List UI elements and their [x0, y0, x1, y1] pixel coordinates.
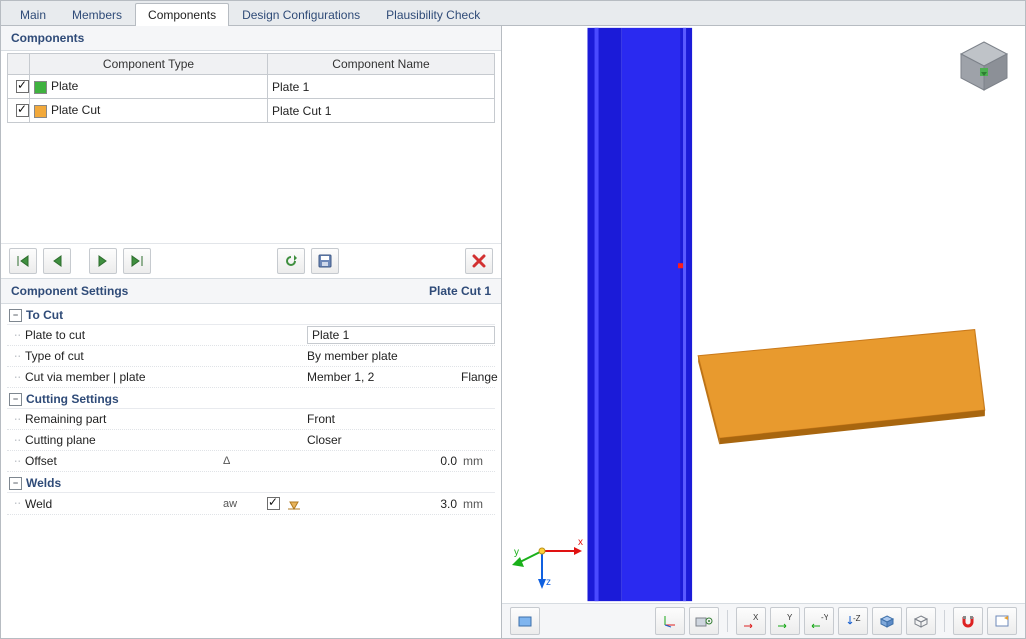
view-neg-z-button[interactable]: -Z — [838, 607, 868, 635]
row-check[interactable] — [16, 80, 29, 93]
svg-text:z: z — [546, 577, 551, 588]
view-neg-y-button[interactable]: -Y — [804, 607, 834, 635]
move-down-button[interactable] — [89, 248, 117, 274]
offset-unit: mm — [461, 454, 495, 468]
tab-components[interactable]: Components — [135, 3, 229, 26]
row-name: Plate 1 — [272, 80, 309, 94]
collapse-icon[interactable]: − — [9, 309, 22, 322]
svg-text:Y: Y — [787, 614, 793, 622]
svg-text:y: y — [514, 547, 519, 558]
weld-type-icon[interactable] — [287, 498, 307, 510]
weld-symbol: aw — [223, 498, 263, 510]
col-type: Component Type — [30, 54, 268, 75]
view-x-button[interactable]: X — [736, 607, 766, 635]
row-label: Plate to cut — [23, 328, 223, 342]
components-toolbar — [1, 243, 501, 278]
col-name: Component Name — [268, 54, 495, 75]
settings-title: Component Settings — [11, 284, 128, 298]
move-last-button[interactable] — [123, 248, 151, 274]
color-swatch — [34, 81, 47, 94]
row-type: Plate Cut — [51, 103, 100, 117]
axis-triad: x y z — [512, 523, 586, 589]
table-row[interactable]: Plate Plate 1 — [8, 75, 495, 99]
move-first-button[interactable] — [9, 248, 37, 274]
iso-view-button[interactable] — [872, 607, 902, 635]
color-swatch — [34, 105, 47, 118]
remaining-part-value[interactable]: Front — [307, 412, 495, 426]
wireframe-button[interactable] — [906, 607, 936, 635]
table-row[interactable]: Plate Cut Plate Cut 1 — [8, 99, 495, 123]
cut-via-value2[interactable]: Flange 2 — [461, 370, 501, 384]
svg-text:-Z: -Z — [853, 614, 861, 623]
weld-check[interactable] — [267, 497, 280, 510]
row-label: Cutting plane — [23, 433, 223, 447]
group-cutting-settings[interactable]: − Cutting Settings — [7, 390, 495, 409]
offset-symbol: Δ — [223, 455, 263, 467]
collapse-icon[interactable]: − — [9, 477, 22, 490]
row-name: Plate Cut 1 — [272, 104, 331, 118]
weld-value[interactable]: 3.0 — [307, 497, 461, 511]
col-check — [8, 54, 30, 75]
settings-target: Plate Cut 1 — [429, 284, 491, 298]
plate-to-cut-value[interactable]: Plate 1 — [307, 326, 495, 344]
row-type: Plate — [51, 79, 78, 93]
tab-plausibility-check[interactable]: Plausibility Check — [373, 3, 493, 26]
row-check[interactable] — [16, 104, 29, 117]
refresh-button[interactable] — [277, 248, 305, 274]
svg-text:x: x — [578, 537, 583, 548]
tab-main[interactable]: Main — [7, 3, 59, 26]
viewport-3d[interactable]: x y z — [502, 26, 1025, 603]
row-label: Weld — [23, 497, 223, 511]
tab-members[interactable]: Members — [59, 3, 135, 26]
weld-unit: mm — [461, 497, 495, 511]
collapse-icon[interactable]: − — [9, 393, 22, 406]
settings-tree: − To Cut ⋅⋅ Plate to cut Plate 1 ⋅⋅ Type… — [1, 304, 501, 638]
delete-button[interactable] — [465, 248, 493, 274]
view-y-button[interactable]: Y — [770, 607, 800, 635]
magnet-button[interactable] — [953, 607, 983, 635]
svg-text:X: X — [753, 614, 759, 622]
view-direction-button[interactable] — [689, 607, 719, 635]
new-window-button[interactable] — [987, 607, 1017, 635]
group-welds[interactable]: − Welds — [7, 474, 495, 493]
components-panel-title: Components — [1, 26, 501, 51]
components-table: Component Type Component Name Plate Plat… — [7, 53, 495, 123]
save-button[interactable] — [311, 248, 339, 274]
row-label: Offset — [23, 454, 223, 468]
group-to-cut[interactable]: − To Cut — [7, 306, 495, 325]
type-of-cut-value[interactable]: By member plate — [307, 349, 495, 363]
group-label: Welds — [26, 476, 61, 490]
row-label: Type of cut — [23, 349, 223, 363]
move-up-button[interactable] — [43, 248, 71, 274]
row-label: Remaining part — [23, 412, 223, 426]
viewport-toolbar: X Y -Y -Z — [502, 603, 1025, 638]
axes-button[interactable] — [655, 607, 685, 635]
group-label: Cutting Settings — [26, 392, 119, 406]
row-label: Cut via member | plate — [23, 370, 223, 384]
view-cube[interactable] — [957, 38, 1011, 92]
cut-via-value[interactable]: Member 1, 2 — [307, 370, 461, 384]
tabs-bar: Main Members Components Design Configura… — [1, 1, 1025, 26]
offset-value[interactable]: 0.0 — [307, 454, 461, 468]
show-model-button[interactable] — [510, 607, 540, 635]
tab-design-configurations[interactable]: Design Configurations — [229, 3, 373, 26]
svg-text:-Y: -Y — [821, 614, 828, 622]
cutting-plane-value[interactable]: Closer — [307, 433, 495, 447]
group-label: To Cut — [26, 308, 63, 322]
